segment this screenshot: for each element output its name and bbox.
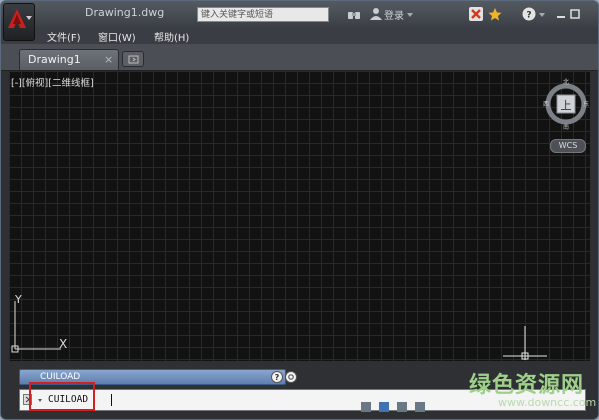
- document-title: Drawing1.dwg: [85, 6, 165, 19]
- watermark-brand: 绿色资源网: [469, 373, 585, 398]
- help-icon[interactable]: ?: [522, 7, 536, 21]
- menu-bar: 文件(F) 窗口(W) 帮助(H): [1, 27, 598, 44]
- tab-label: Drawing1: [28, 53, 81, 66]
- autocad-logo-icon: [8, 9, 26, 28]
- drawing-canvas[interactable]: [-][俯视][二维线框] 上 北 南 东 西 WCS Y X: [9, 71, 590, 361]
- exchange-x-icon[interactable]: [469, 7, 483, 21]
- binoculars-icon[interactable]: [347, 7, 361, 21]
- minimize-button[interactable]: [556, 9, 566, 19]
- svg-text:?: ?: [275, 373, 280, 382]
- title-bar: Drawing1.dwg 键入关键字或短语 登录 ?: [1, 1, 598, 27]
- menu-file[interactable]: 文件(F): [47, 29, 81, 44]
- annotation-highlight-box: [29, 382, 95, 411]
- ucs-y-label: Y: [14, 293, 22, 306]
- tab-drawing1[interactable]: Drawing1 ×: [19, 49, 119, 70]
- file-tab-strip: Drawing1 ×: [1, 44, 598, 71]
- chevron-down-icon[interactable]: [539, 13, 545, 17]
- window-controls: [556, 9, 586, 19]
- help-icon[interactable]: ?: [271, 371, 283, 383]
- chevron-down-icon[interactable]: [407, 13, 413, 17]
- favorites-icon[interactable]: [488, 7, 502, 21]
- close-icon[interactable]: ×: [104, 53, 113, 66]
- search-input[interactable]: 键入关键字或短语: [197, 7, 329, 22]
- crosshair-cursor: [503, 326, 547, 360]
- menu-help[interactable]: 帮助(H): [154, 29, 189, 44]
- viewcube[interactable]: 上 北 南 东 西: [543, 77, 589, 139]
- autocad-window: Drawing1.dwg 键入关键字或短语 登录 ? 文件(F) 窗口(W) 帮…: [0, 0, 599, 420]
- new-drawing-icon: [128, 55, 139, 64]
- ucs-x-label: X: [59, 337, 67, 351]
- text-cursor: [111, 394, 112, 406]
- compass-north: 北: [563, 78, 569, 86]
- new-tab-button[interactable]: [122, 51, 144, 67]
- last-command-text: CUILOAD: [40, 372, 81, 382]
- ucs-icon: Y X: [11, 293, 67, 353]
- viewcube-face-label: 上: [561, 99, 572, 112]
- login-link[interactable]: 登录: [384, 7, 404, 22]
- wcs-menu[interactable]: WCS: [550, 139, 586, 153]
- watermark-url: www.downcc.com: [498, 396, 597, 409]
- settings-icon[interactable]: [285, 371, 297, 383]
- compass-east: 东: [583, 100, 589, 108]
- viewport-controls-label[interactable]: [-][俯视][二维线框]: [11, 75, 94, 89]
- menu-window[interactable]: 窗口(W): [98, 29, 136, 44]
- user-icon[interactable]: [369, 7, 383, 21]
- compass-west: 西: [543, 101, 549, 108]
- compass-south: 南: [563, 123, 569, 131]
- maximize-button[interactable]: [570, 9, 580, 19]
- svg-text:?: ?: [526, 11, 531, 21]
- application-menu-button[interactable]: [3, 3, 35, 41]
